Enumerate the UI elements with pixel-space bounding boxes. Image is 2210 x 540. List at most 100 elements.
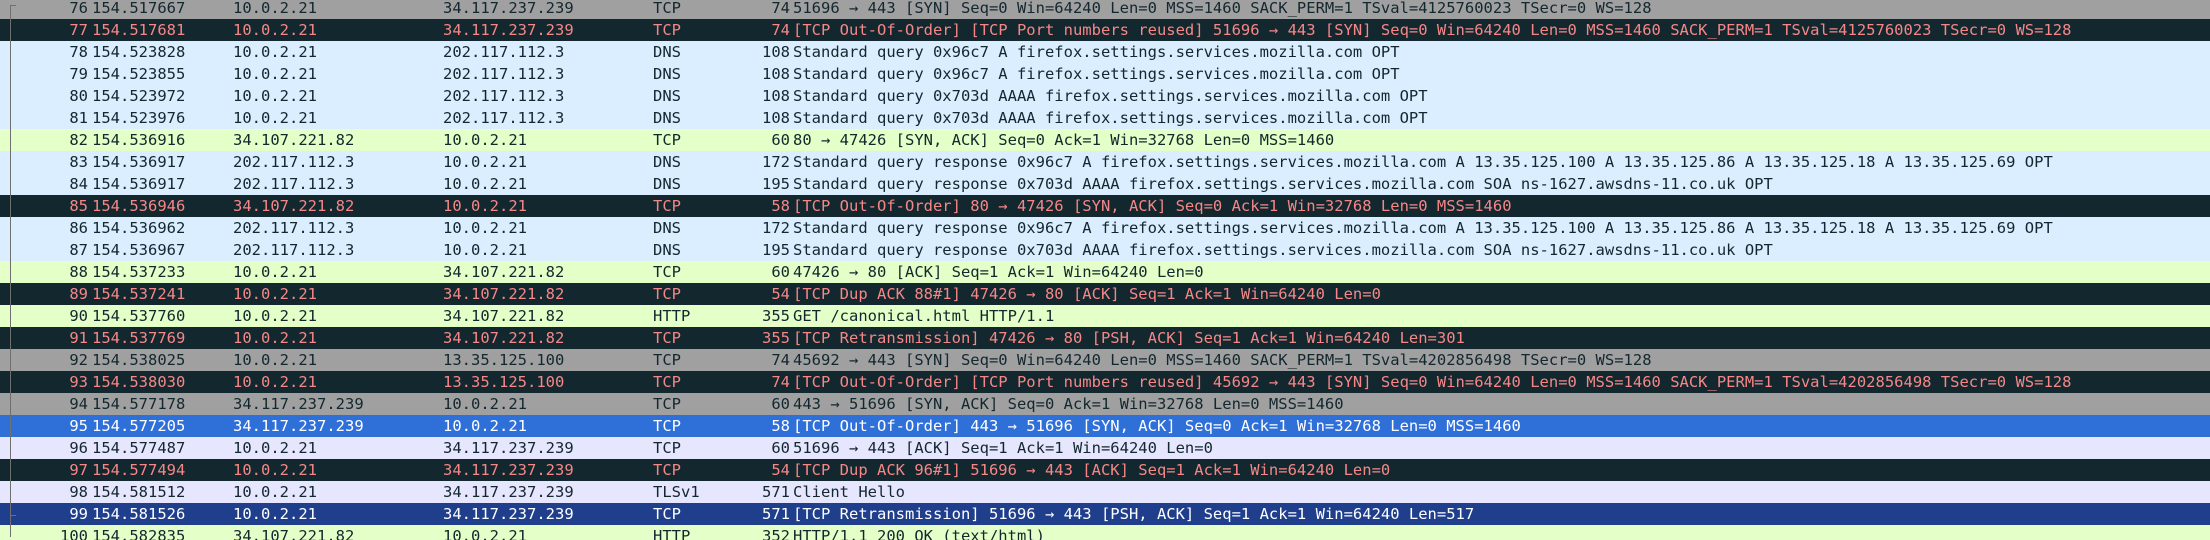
packet-destination: 34.117.237.239 [443,461,574,479]
bracket-line [10,107,11,129]
packet-source: 202.117.112.3 [233,175,355,193]
packet-row[interactable]: 78 154.523828 10.0.2.21 202.117.112.3 DNS 108… [0,41,2210,63]
packet-length: 108 [762,109,790,127]
packet-row[interactable]: 97 154.577494 10.0.2.21 34.117.237.239 TCP 54… [0,459,2210,481]
bracket-line [10,283,11,305]
packet-number: 89 [69,285,88,303]
bracket-line [10,349,11,371]
packet-destination: 34.117.237.239 [443,483,574,501]
packet-row[interactable]: 77 154.517681 10.0.2.21 34.117.237.239 TCP 74… [0,19,2210,41]
packet-row[interactable]: 94 154.577178 34.117.237.239 10.0.2.21 TCP 60… [0,393,2210,415]
packet-row[interactable]: 89 154.537241 10.0.2.21 34.107.221.82 TCP 54[… [0,283,2210,305]
packet-number: 88 [69,263,88,281]
packet-info: Standard query 0x96c7 A firefox.settings… [793,43,1400,61]
packet-protocol: TCP [653,461,681,479]
packet-row[interactable]: 79 154.523855 10.0.2.21 202.117.112.3 DNS 108… [0,63,2210,85]
packet-protocol: DNS [653,65,681,83]
packet-destination: 10.0.2.21 [443,527,527,540]
packet-protocol: HTTP [653,527,691,540]
packet-source: 10.0.2.21 [233,439,317,457]
packet-number: 83 [69,153,88,171]
conversation-bracket [0,151,18,173]
packet-info: [TCP Retransmission] 51696 → 443 [PSH, A… [793,505,1475,523]
packet-length: 74 [771,0,790,17]
packet-row[interactable]: 83 154.536917 202.117.112.3 10.0.2.21 DNS 172… [0,151,2210,173]
packet-row[interactable]: 91 154.537769 10.0.2.21 34.107.221.82 TCP 355… [0,327,2210,349]
packet-length: 54 [771,461,790,479]
packet-number: 78 [69,43,88,61]
bracket-line [10,327,11,349]
packet-protocol: DNS [653,241,681,259]
packet-info: [TCP Retransmission] 47426 → 80 [PSH, AC… [793,329,1465,347]
packet-row[interactable]: 90 154.537760 10.0.2.21 34.107.221.82 HTTP 35… [0,305,2210,327]
packet-time: 154.538025 [92,351,186,369]
packet-source: 202.117.112.3 [233,219,355,237]
bracket-line [10,459,11,481]
packet-info: [TCP Dup ACK 96#1] 51696 → 443 [ACK] Seq… [793,461,1391,479]
bracket-line [10,5,11,19]
packet-protocol: TCP [653,285,681,303]
packet-length: 60 [771,439,790,457]
bracket-line [10,173,11,195]
packet-source: 34.117.237.239 [233,395,364,413]
packet-source: 10.0.2.21 [233,351,317,369]
packet-destination: 13.35.125.100 [443,351,565,369]
packet-time: 154.536917 [92,175,186,193]
packet-source: 10.0.2.21 [233,505,317,523]
packet-time: 154.537233 [92,263,186,281]
packet-info: Standard query response 0x703d AAAA fire… [793,175,1773,193]
bracket-line [10,85,11,107]
packet-row[interactable]: 84 154.536917 202.117.112.3 10.0.2.21 DNS 195… [0,173,2210,195]
packet-destination: 10.0.2.21 [443,395,527,413]
packet-row[interactable]: 95 154.577205 34.117.237.239 10.0.2.21 TCP 58… [0,415,2210,437]
packet-row[interactable]: 85 154.536946 34.107.221.82 10.0.2.21 TCP 58[… [0,195,2210,217]
conversation-bracket [0,503,18,525]
packet-source: 10.0.2.21 [233,483,317,501]
packet-time: 154.537241 [92,285,186,303]
packet-protocol: DNS [653,153,681,171]
packet-length: 108 [762,65,790,83]
packet-info: 51696 → 443 [ACK] Seq=1 Ack=1 Win=64240 … [793,439,1213,457]
bracket-line [10,41,11,63]
packet-time: 154.577205 [92,417,186,435]
packet-info: [TCP Dup ACK 88#1] 47426 → 80 [ACK] Seq=… [793,285,1381,303]
packet-protocol: TCP [653,0,681,17]
packet-time: 154.581526 [92,505,186,523]
packet-row[interactable]: 88 154.537233 10.0.2.21 34.107.221.82 TCP 60 4… [0,261,2210,283]
packet-length: 355 [762,307,790,325]
packet-length: 74 [771,351,790,369]
packet-number: 81 [69,109,88,127]
packet-row[interactable]: 86 154.536962 202.117.112.3 10.0.2.21 DNS 172… [0,217,2210,239]
packet-row[interactable]: 81 154.523976 10.0.2.21 202.117.112.3 DNS 108… [0,107,2210,129]
bracket-line [10,129,11,151]
packet-protocol: TCP [653,439,681,457]
packet-number: 87 [69,241,88,259]
packet-row[interactable]: 87 154.536967 202.117.112.3 10.0.2.21 DNS 195… [0,239,2210,261]
packet-protocol: HTTP [653,307,691,325]
packet-row[interactable]: 82 154.536916 34.107.221.82 10.0.2.21 TCP 60 8… [0,129,2210,151]
packet-protocol: TCP [653,417,681,435]
conversation-bracket [0,129,18,151]
conversation-bracket [0,525,18,540]
packet-number: 94 [69,395,88,413]
packet-time: 154.517681 [92,21,186,39]
packet-destination: 202.117.112.3 [443,87,565,105]
packet-length: 352 [762,527,790,540]
packet-row[interactable]: 80 154.523972 10.0.2.21 202.117.112.3 DNS 108… [0,85,2210,107]
bracket-line [10,195,11,217]
packet-row[interactable]: 99 154.581526 10.0.2.21 34.117.237.239 TCP 57… [0,503,2210,525]
packet-row[interactable]: 92 154.538025 10.0.2.21 13.35.125.100 TCP 74 4… [0,349,2210,371]
packet-length: 74 [771,21,790,39]
packet-row[interactable]: 93 154.538030 10.0.2.21 13.35.125.100 TCP 74[… [0,371,2210,393]
packet-row[interactable]: 76 154.517667 10.0.2.21 34.117.237.239 TCP 74… [0,0,2210,19]
packet-list[interactable]: 76 154.517667 10.0.2.21 34.117.237.239 TCP 74… [0,0,2210,540]
packet-number: 79 [69,65,88,83]
packet-row[interactable]: 98 154.581512 10.0.2.21 34.117.237.239 TLSv1… [0,481,2210,503]
packet-source: 34.107.221.82 [233,197,355,215]
packet-time: 154.536916 [92,131,186,149]
packet-row[interactable]: 100 154.582835 34.107.221.82 10.0.2.21 HTTP 3… [0,525,2210,540]
packet-length: 195 [762,241,790,259]
packet-protocol: TCP [653,329,681,347]
packet-row[interactable]: 96 154.577487 10.0.2.21 34.117.237.239 TCP 60… [0,437,2210,459]
packet-source: 34.107.221.82 [233,527,355,540]
